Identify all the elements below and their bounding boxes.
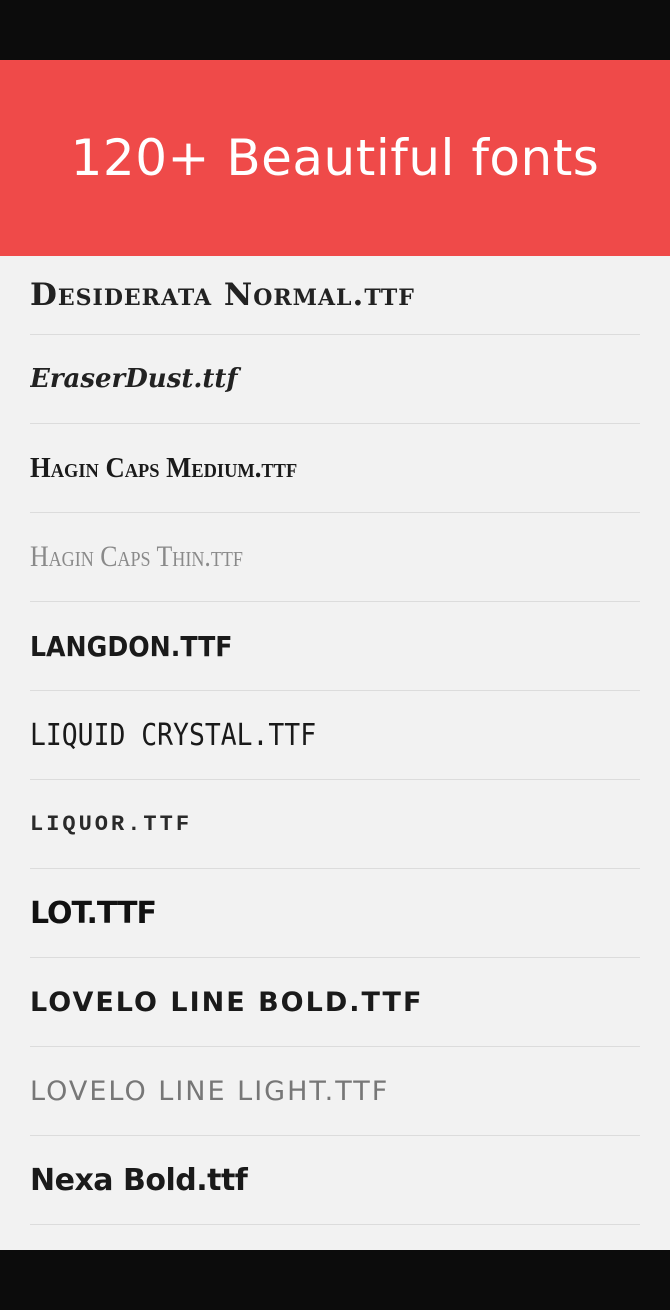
font-name: LOVELO LINE BOLD.TTF xyxy=(30,986,424,1018)
font-list-item[interactable]: Nexa Bold.ttf xyxy=(30,1136,640,1225)
header-banner: 120+ Beautiful fonts xyxy=(0,60,670,256)
page-title: 120+ Beautiful fonts xyxy=(70,129,600,187)
font-list[interactable]: Desiderata Normal.ttf EraserDust.ttf Hag… xyxy=(0,256,670,1250)
status-bar xyxy=(0,0,670,60)
font-name: Nexa Bold.ttf xyxy=(30,1162,248,1198)
font-name: EraserDust.ttf xyxy=(30,364,238,394)
font-list-item[interactable]: Hagin Caps Thin.ttf xyxy=(30,513,640,602)
font-list-item[interactable]: Desiderata Normal.ttf xyxy=(30,256,640,335)
font-name: Hagin Caps Medium.ttf xyxy=(30,451,298,484)
font-list-item[interactable]: EraserDust.ttf xyxy=(30,335,640,424)
font-name: LOT.TTF xyxy=(30,895,157,931)
font-list-item[interactable]: LANGDON.TTF xyxy=(30,602,640,691)
font-name: LANGDON.TTF xyxy=(30,629,233,663)
font-name: LOVELO LINE LIGHT.TTF xyxy=(30,1075,390,1107)
font-name: LIQUID CRYSTAL.TTF xyxy=(30,717,317,753)
navigation-bar xyxy=(0,1250,670,1310)
font-list-item[interactable]: LIQUID CRYSTAL.TTF xyxy=(30,691,640,780)
font-name: Desiderata Normal.ttf xyxy=(30,277,415,313)
font-list-item[interactable]: LOT.TTF xyxy=(30,869,640,958)
font-list-item[interactable]: Hagin Caps Medium.ttf xyxy=(30,424,640,513)
font-name: Hagin Caps Thin.ttf xyxy=(30,540,243,573)
font-name: LIQUOR.TTF xyxy=(30,811,193,837)
font-list-item[interactable]: LOVELO LINE LIGHT.TTF xyxy=(30,1047,640,1136)
font-list-item[interactable]: LIQUOR.TTF xyxy=(30,780,640,869)
font-list-item[interactable]: LOVELO LINE BOLD.TTF xyxy=(30,958,640,1047)
